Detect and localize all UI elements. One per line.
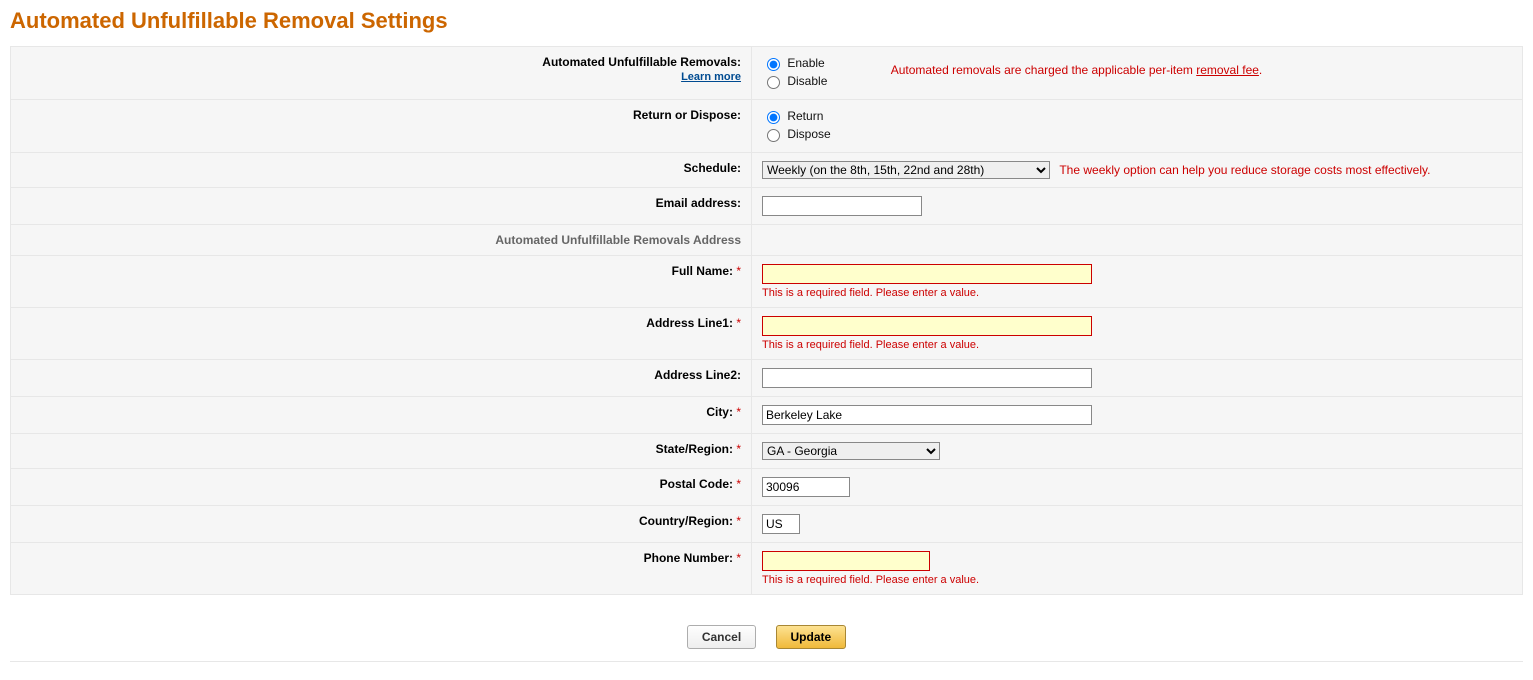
label-country: Country/Region:: [639, 514, 733, 528]
cancel-button[interactable]: Cancel: [687, 625, 756, 649]
label-return: Return: [787, 109, 823, 123]
section-address-heading: Automated Unfulfillable Removals Address: [495, 233, 741, 247]
bottom-divider: [10, 661, 1523, 662]
row-postal: Postal Code: *: [11, 469, 1523, 506]
required-mark: *: [736, 405, 741, 419]
required-mark: *: [736, 264, 741, 278]
label-removals: Automated Unfulfillable Removals:: [542, 55, 741, 69]
button-bar: Cancel Update: [10, 625, 1523, 655]
row-city: City: *: [11, 397, 1523, 434]
row-return-dispose: Return or Dispose: Return Dispose: [11, 100, 1523, 153]
row-country: Country/Region: *: [11, 506, 1523, 543]
label-dispose: Dispose: [787, 127, 830, 141]
row-schedule: Schedule: Weekly (on the 8th, 15th, 22nd…: [11, 153, 1523, 188]
full-name-input[interactable]: [762, 264, 1092, 284]
city-input[interactable]: [762, 405, 1092, 425]
addr2-input[interactable]: [762, 368, 1092, 388]
full-name-error: This is a required field. Please enter a…: [762, 287, 1512, 299]
email-input[interactable]: [762, 196, 922, 216]
label-state: State/Region:: [656, 442, 733, 456]
row-full-name: Full Name: * This is a required field. P…: [11, 256, 1523, 308]
page-title: Automated Unfulfillable Removal Settings: [10, 8, 1523, 34]
postal-input[interactable]: [762, 477, 850, 497]
removal-fee-note-prefix: Automated removals are charged the appli…: [891, 63, 1197, 77]
label-city: City:: [706, 405, 733, 419]
row-address-section: Automated Unfulfillable Removals Address: [11, 225, 1523, 256]
removal-fee-note-suffix: .: [1259, 63, 1262, 77]
label-addr1: Address Line1:: [646, 316, 733, 330]
radio-disable[interactable]: [767, 76, 780, 89]
label-addr2: Address Line2:: [654, 368, 741, 382]
required-mark: *: [736, 514, 741, 528]
schedule-note: The weekly option can help you reduce st…: [1059, 163, 1430, 177]
country-input[interactable]: [762, 514, 800, 534]
label-full-name: Full Name:: [672, 264, 733, 278]
label-email: Email address:: [656, 196, 741, 210]
label-return-dispose: Return or Dispose:: [633, 108, 741, 122]
row-phone: Phone Number: * This is a required field…: [11, 543, 1523, 595]
removal-fee-note: Automated removals are charged the appli…: [891, 63, 1263, 77]
addr1-input[interactable]: [762, 316, 1092, 336]
row-removals: Automated Unfulfillable Removals: Learn …: [11, 47, 1523, 100]
label-enable: Enable: [787, 56, 824, 70]
phone-error: This is a required field. Please enter a…: [762, 574, 1512, 586]
row-addr2: Address Line2:: [11, 360, 1523, 397]
row-email: Email address:: [11, 188, 1523, 225]
required-mark: *: [736, 477, 741, 491]
radio-dispose[interactable]: [767, 129, 780, 142]
label-disable: Disable: [787, 74, 827, 88]
learn-more-link[interactable]: Learn more: [21, 71, 741, 83]
required-mark: *: [736, 442, 741, 456]
state-select[interactable]: GA - Georgia: [762, 442, 940, 460]
label-schedule: Schedule:: [684, 161, 741, 175]
radio-return[interactable]: [767, 111, 780, 124]
radio-enable[interactable]: [767, 58, 780, 71]
schedule-select[interactable]: Weekly (on the 8th, 15th, 22nd and 28th): [762, 161, 1050, 179]
addr1-error: This is a required field. Please enter a…: [762, 339, 1512, 351]
update-button[interactable]: Update: [776, 625, 847, 649]
phone-input[interactable]: [762, 551, 930, 571]
required-mark: *: [736, 316, 741, 330]
required-mark: *: [736, 551, 741, 565]
removal-fee-link[interactable]: removal fee: [1196, 63, 1259, 77]
row-state: State/Region: * GA - Georgia: [11, 434, 1523, 469]
row-addr1: Address Line1: * This is a required fiel…: [11, 308, 1523, 360]
label-postal: Postal Code:: [660, 477, 733, 491]
settings-form-table: Automated Unfulfillable Removals: Learn …: [10, 46, 1523, 595]
label-phone: Phone Number:: [644, 551, 733, 565]
